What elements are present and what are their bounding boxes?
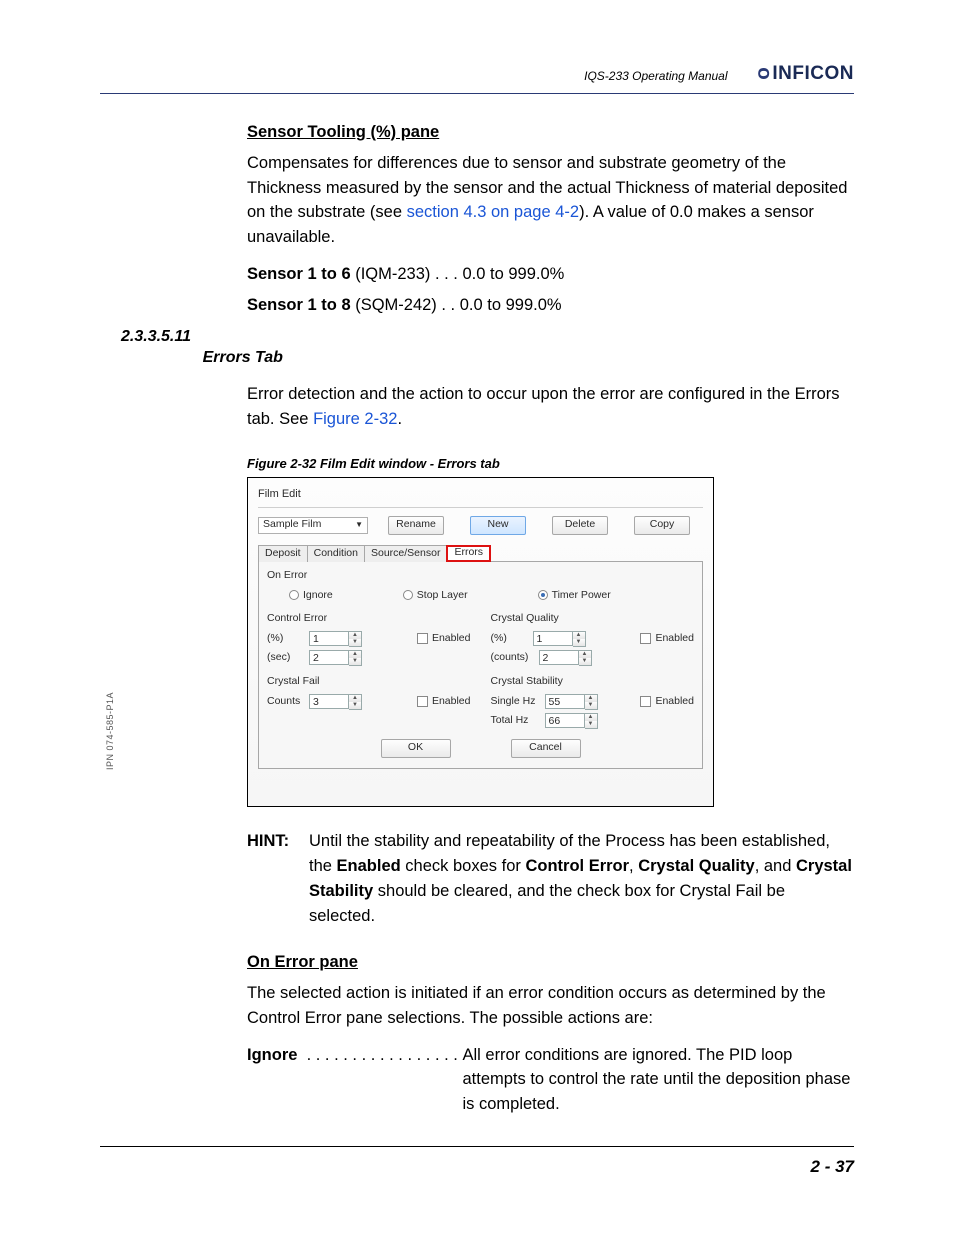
header-divider xyxy=(100,93,854,94)
spin-up-icon: ▲ xyxy=(349,632,361,639)
section-number: 2.3.3.5.11 xyxy=(121,328,191,345)
logo-mark-icon: ᴑ xyxy=(758,62,771,85)
sensor-tooling-heading: Sensor Tooling (%) pane xyxy=(247,120,439,145)
page-number: 2 - 37 xyxy=(811,1157,854,1177)
control-error-group: Control Error (%) 1▲▼ Enabled (sec) 2▲▼ xyxy=(267,611,471,666)
spin-down-icon: ▼ xyxy=(349,639,361,646)
crystal-quality-pct-input[interactable]: 1▲▼ xyxy=(533,631,586,647)
film-select[interactable]: Sample Film▼ xyxy=(258,517,368,534)
crystal-stability-single-input[interactable]: 55▲▼ xyxy=(545,694,598,710)
radio-stop-layer[interactable]: Stop Layer xyxy=(403,588,468,604)
delete-button[interactable]: Delete xyxy=(552,516,608,535)
crystal-stability-group: Crystal Stability Single Hz 55▲▼ Enabled… xyxy=(491,674,695,729)
rename-button[interactable]: Rename xyxy=(388,516,444,535)
on-error-pane-para: The selected action is initiated if an e… xyxy=(247,981,855,1031)
radio-timer-power[interactable]: Timer Power xyxy=(538,588,611,604)
brand-logo: ᴑINFICON xyxy=(758,62,854,85)
leader-dots: . . . . . . . . . . . . . . . . . xyxy=(297,1043,462,1117)
section-heading-row: 2.3.3.5.11 Errors Tab xyxy=(128,345,855,370)
on-error-pane-heading: On Error pane xyxy=(247,950,358,975)
ignore-term: Ignore xyxy=(247,1043,297,1117)
hint-block: HINT: Until the stability and repeatabil… xyxy=(247,829,855,928)
main-content: Sensor Tooling (%) pane Compensates for … xyxy=(247,120,855,1117)
tab-bar: Deposit Condition Source/Sensor Errors xyxy=(258,545,703,562)
crystal-fail-counts-input[interactable]: 3▲▼ xyxy=(309,694,362,710)
control-error-pct-input[interactable]: 1▲▼ xyxy=(309,631,362,647)
tab-errors[interactable]: Errors xyxy=(446,545,491,562)
crystal-fail-enabled-checkbox[interactable]: Enabled xyxy=(417,694,471,710)
section-title: Errors Tab xyxy=(203,349,283,366)
crystal-quality-enabled-checkbox[interactable]: Enabled xyxy=(640,631,694,647)
link-section-4-3[interactable]: section 4.3 on page 4-2 xyxy=(407,203,579,221)
tab-body: On Error Ignore Stop Layer Timer Power C… xyxy=(258,561,703,769)
crystal-quality-counts-input[interactable]: 2▲▼ xyxy=(539,650,592,666)
control-error-enabled-checkbox[interactable]: Enabled xyxy=(417,631,471,647)
ipn-code: IPN 074-585-P1A xyxy=(105,692,115,770)
control-error-sec-input[interactable]: 2▲▼ xyxy=(309,650,362,666)
chevron-down-icon: ▼ xyxy=(355,519,363,531)
cancel-button[interactable]: Cancel xyxy=(511,739,581,758)
crystal-quality-group: Crystal Quality (%) 1▲▼ Enabled (counts)… xyxy=(491,611,695,666)
errors-tab-para: Error detection and the action to occur … xyxy=(247,382,855,432)
sensor-range-1: Sensor 1 to 6 (IQM-233) . . . 0.0 to 999… xyxy=(247,262,855,287)
film-edit-window: Film Edit Sample Film▼ Rename New Delete… xyxy=(247,477,714,807)
new-button[interactable]: New xyxy=(470,516,526,535)
sensor-range-2: Sensor 1 to 8 (SQM-242) . . 0.0 to 999.0… xyxy=(247,293,855,318)
tab-deposit[interactable]: Deposit xyxy=(258,545,308,562)
footer-divider xyxy=(100,1146,854,1147)
hint-label: HINT: xyxy=(247,829,301,928)
crystal-fail-group: Crystal Fail Counts 3▲▼ Enabled xyxy=(267,674,471,729)
page-header: IQS-233 Operating Manual ᴑINFICON xyxy=(100,62,854,94)
figure-caption: Figure 2-32 Film Edit window - Errors ta… xyxy=(247,454,855,474)
ignore-definition-row: Ignore . . . . . . . . . . . . . . . . .… xyxy=(247,1043,855,1117)
tab-condition[interactable]: Condition xyxy=(307,545,365,562)
sensor-tooling-para: Compensates for differences due to senso… xyxy=(247,151,855,250)
copy-button[interactable]: Copy xyxy=(634,516,690,535)
ok-button[interactable]: OK xyxy=(381,739,451,758)
radio-ignore[interactable]: Ignore xyxy=(289,588,333,604)
crystal-stability-enabled-checkbox[interactable]: Enabled xyxy=(640,694,694,710)
crystal-stability-total-input[interactable]: 66▲▼ xyxy=(545,713,598,729)
hint-text: Until the stability and repeatability of… xyxy=(309,829,855,928)
tab-source-sensor[interactable]: Source/Sensor xyxy=(364,545,447,562)
ignore-definition: All error conditions are ignored. The PI… xyxy=(462,1043,855,1117)
link-figure-2-32[interactable]: Figure 2-32 xyxy=(313,410,397,428)
manual-title: IQS-233 Operating Manual xyxy=(584,69,727,83)
on-error-group: On Error Ignore Stop Layer Timer Power xyxy=(267,568,694,604)
window-title: Film Edit xyxy=(258,486,703,503)
section-number-column: 2.3.3.5.11 xyxy=(121,328,247,346)
